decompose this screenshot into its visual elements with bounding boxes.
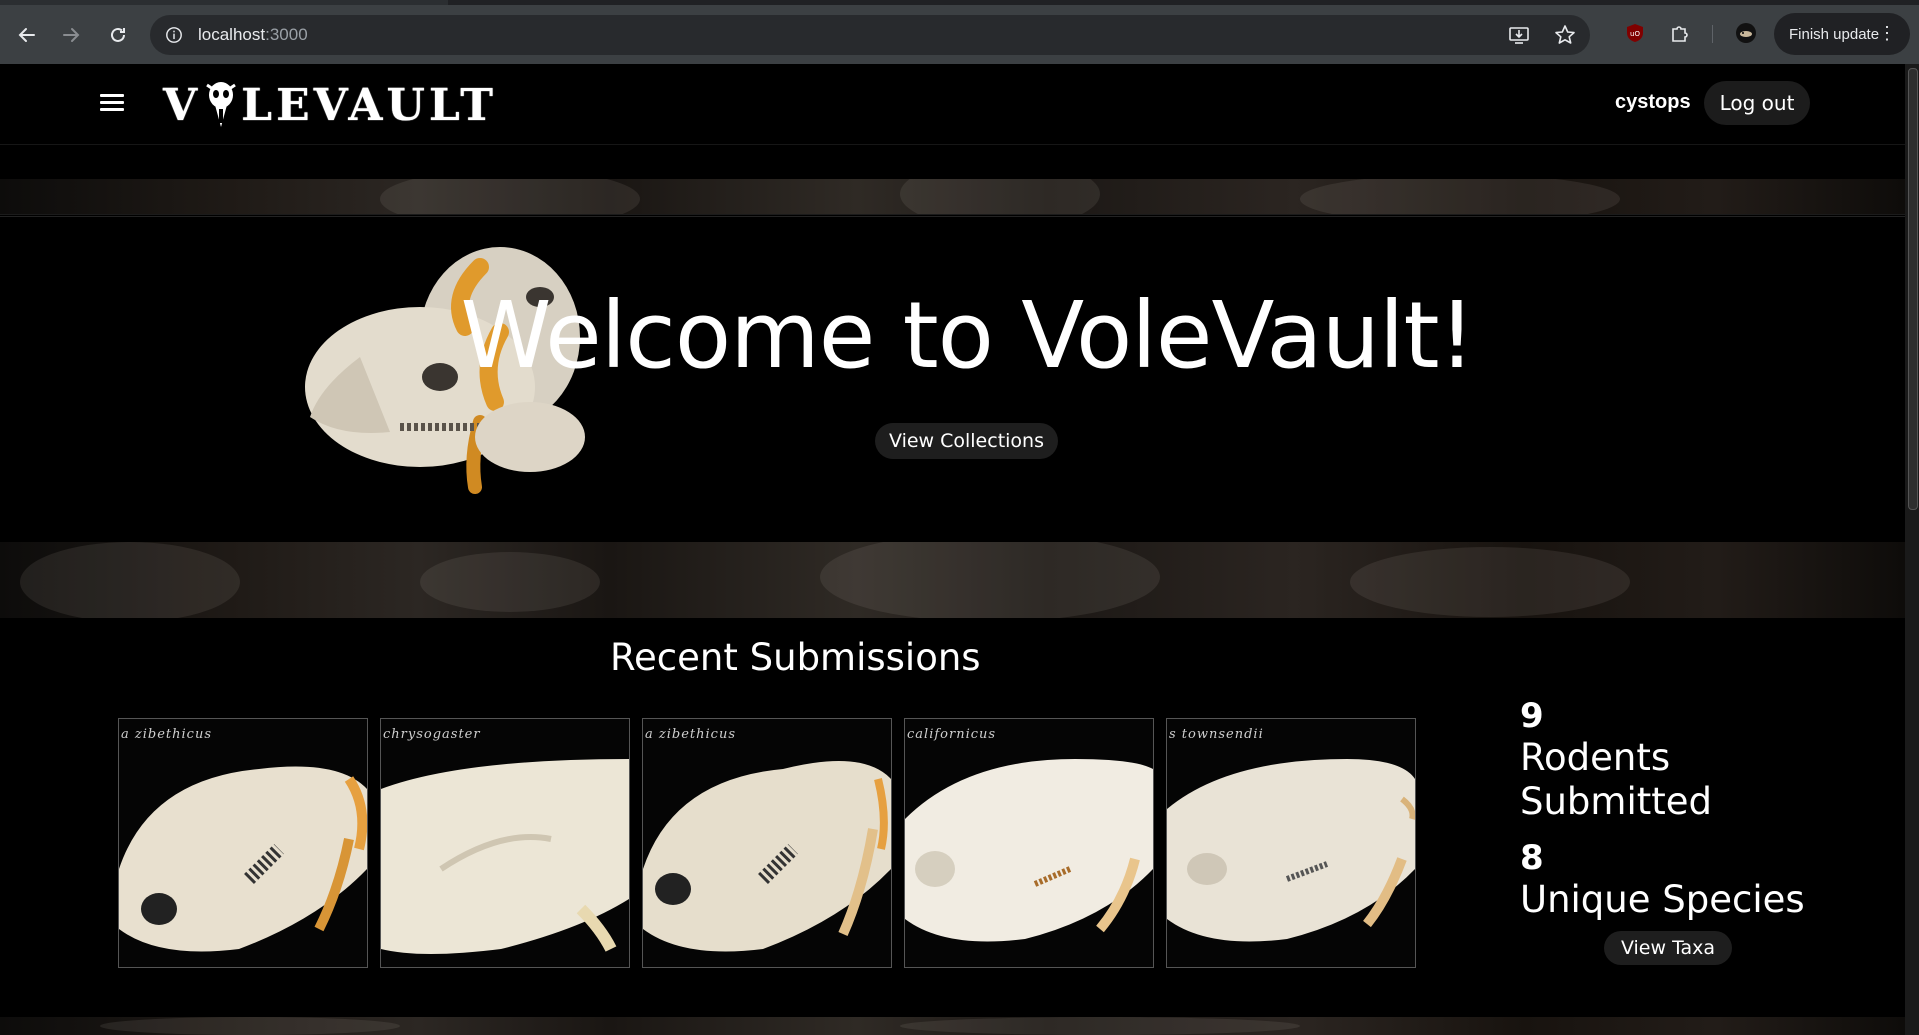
arrow-right-icon (63, 28, 80, 42)
ublock-extension[interactable]: uO (1622, 20, 1648, 46)
url-text[interactable]: localhost:3000 (198, 25, 308, 45)
logout-button[interactable]: Log out (1704, 81, 1810, 125)
page-scrollbar[interactable] (1905, 64, 1919, 1035)
skull-photo (119, 719, 367, 967)
hamburger-icon[interactable] (100, 94, 124, 114)
username: cystops (1615, 91, 1691, 113)
url-host: localhost (198, 25, 266, 44)
profile-avatar-icon (1736, 23, 1756, 43)
forward-button[interactable] (56, 20, 86, 50)
reload-button[interactable] (103, 20, 133, 50)
recent-submissions-title: Recent Submissions (610, 636, 981, 679)
profile-button[interactable] (1733, 20, 1759, 46)
skull-photo (1167, 719, 1415, 967)
star-icon[interactable] (1554, 24, 1576, 46)
skull-logo-icon (206, 82, 236, 127)
submission-caption: californicus (907, 727, 997, 742)
arrow-left-icon (18, 28, 35, 42)
view-collections-button[interactable]: View Collections (875, 423, 1058, 459)
install-icon[interactable] (1508, 24, 1530, 46)
submission-caption: s townsendii (1169, 727, 1264, 742)
submission-card[interactable]: californicus (904, 718, 1154, 968)
submission-card[interactable]: chrysogaster (380, 718, 630, 968)
submission-caption: chrysogaster (383, 727, 481, 742)
rodents-count: 9 (1520, 696, 1544, 736)
skull-photo (643, 719, 891, 967)
submission-caption: a zibethicus (121, 727, 212, 742)
extensions-button[interactable] (1667, 20, 1693, 46)
back-button[interactable] (12, 20, 42, 50)
submission-card[interactable]: s townsendii (1166, 718, 1416, 968)
browser-chrome: localhost:3000 uO Finish update ⋮ (0, 0, 1919, 64)
more-icon: ⋮ (1878, 23, 1896, 43)
species-label: Unique Species (1520, 878, 1805, 921)
address-bar[interactable]: localhost:3000 (150, 15, 1590, 55)
decorative-band-top (0, 179, 1905, 215)
logo-prefix: V (163, 79, 202, 131)
recent-submissions-section: Recent Submissions a zibethicus chrysoga… (0, 618, 1905, 1017)
submission-card[interactable]: a zibethicus (642, 718, 892, 968)
stats-panel: 9 Rodents Submitted 8 Unique Species (1520, 696, 1850, 936)
submission-thumbnails: a zibethicus chrysogaster a zibethicus c… (118, 718, 1416, 968)
skull-photo (381, 719, 629, 967)
submission-card[interactable]: a zibethicus (118, 718, 368, 968)
puzzle-icon (1672, 26, 1688, 42)
submission-caption: a zibethicus (645, 727, 736, 742)
page: V LEVAULT cystops Log out Welcome to Vol… (0, 64, 1905, 1035)
finish-update-button[interactable]: Finish update ⋮ (1774, 13, 1910, 55)
decorative-band-bottom (0, 1017, 1905, 1035)
info-icon[interactable] (164, 25, 184, 45)
site-logo[interactable]: V LEVAULT (163, 79, 497, 131)
ublock-icon: uO (1627, 24, 1643, 42)
decorative-band-middle (0, 542, 1905, 618)
species-count: 8 (1520, 838, 1544, 878)
hero-section: Welcome to VoleVault! View Collections (0, 216, 1905, 544)
hero-title: Welcome to VoleVault! (460, 282, 1476, 389)
view-taxa-button[interactable]: View Taxa (1604, 931, 1732, 965)
reload-icon (111, 27, 125, 42)
rodents-label: Rodents Submitted (1520, 736, 1713, 823)
finish-update-label: Finish update (1789, 25, 1880, 43)
toolbar-divider (1712, 25, 1713, 43)
logo-suffix: LEVAULT (241, 79, 497, 131)
skull-photo (905, 719, 1153, 967)
site-navbar: V LEVAULT cystops Log out (0, 64, 1905, 145)
tab-strip (0, 0, 1919, 5)
url-port: :3000 (265, 25, 308, 44)
svg-text:uO: uO (1630, 30, 1640, 38)
